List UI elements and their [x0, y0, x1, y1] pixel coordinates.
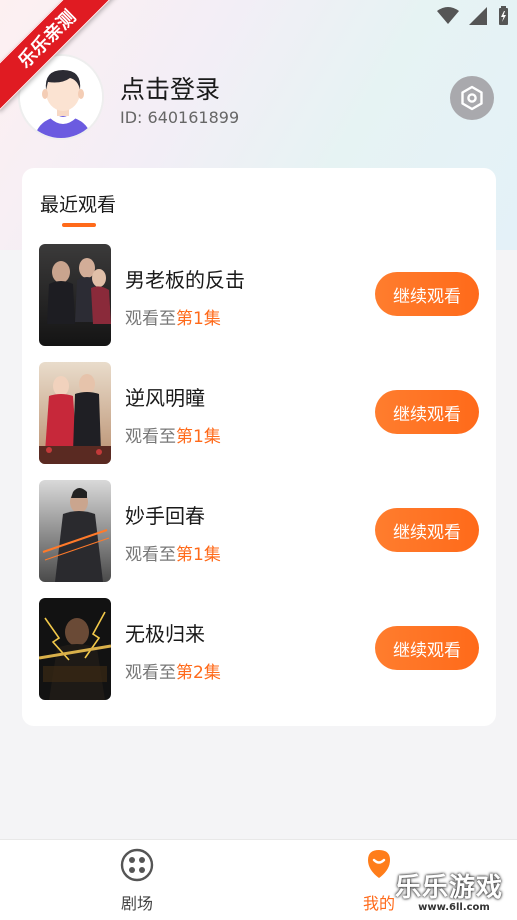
profile-section[interactable]: 点击登录 ID: 640161899: [18, 54, 498, 144]
poster-image[interactable]: [39, 244, 111, 346]
episode-label: 第2集: [176, 663, 221, 683]
poster-image[interactable]: [39, 362, 111, 464]
continue-watching-button[interactable]: 继续观看: [375, 272, 479, 316]
login-link[interactable]: 点击登录: [120, 70, 220, 106]
watch-progress: 观看至第1集: [125, 427, 221, 447]
user-id: ID: 640161899: [120, 108, 240, 127]
section-title-underline: [62, 223, 96, 227]
settings-icon: [461, 85, 483, 111]
wifi-icon: [437, 7, 459, 24]
list-item[interactable]: 逆风明瞳 观看至第1集 继续观看: [39, 362, 479, 464]
watch-progress: 观看至第2集: [125, 663, 221, 683]
drama-title: 无极归来: [125, 622, 205, 646]
list-item[interactable]: 男老板的反击 观看至第1集 继续观看: [39, 244, 479, 346]
episode-label: 第1集: [176, 309, 221, 329]
continue-watching-button[interactable]: 继续观看: [375, 626, 479, 670]
recent-watch-card: 最近观看 男老板的反击 观看至第1集 继续观看 逆风明瞳 观看至第1集 继续观看…: [22, 168, 496, 726]
battery-icon: [499, 6, 508, 25]
episode-label: 第1集: [176, 427, 221, 447]
poster-image[interactable]: [39, 598, 111, 700]
drama-title: 男老板的反击: [125, 268, 245, 292]
tab-label: 剧场: [120, 894, 153, 913]
watermark-logo: 乐乐游戏 www.6ll.com: [395, 873, 504, 913]
profile-icon: [368, 850, 390, 878]
episode-label: 第1集: [176, 545, 221, 565]
settings-button[interactable]: [450, 76, 494, 120]
watch-progress: 观看至第1集: [125, 309, 221, 329]
signal-icon: [469, 7, 487, 25]
continue-watching-button[interactable]: 继续观看: [375, 390, 479, 434]
bottom-tab-bar: 剧场 我的 乐乐游戏 www.6ll.com: [0, 839, 517, 920]
drama-title: 逆风明瞳: [125, 386, 205, 410]
list-item[interactable]: 无极归来 观看至第2集 继续观看: [39, 598, 479, 700]
watch-progress: 观看至第1集: [125, 545, 221, 565]
list-item[interactable]: 妙手回春 观看至第1集 继续观看: [39, 480, 479, 582]
continue-watching-button[interactable]: 继续观看: [375, 508, 479, 552]
theater-icon: [120, 848, 154, 882]
tab-theater[interactable]: 剧场: [97, 848, 177, 914]
drama-title: 妙手回春: [125, 504, 205, 528]
section-title: 最近观看: [40, 194, 117, 216]
poster-image[interactable]: [39, 480, 111, 582]
